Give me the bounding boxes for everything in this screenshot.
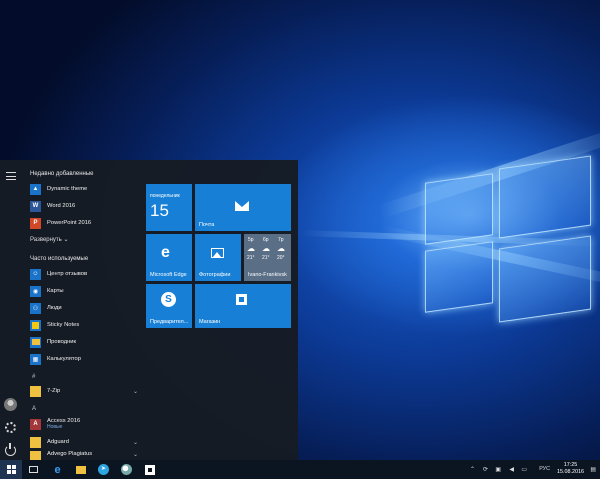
folder-icon: [30, 436, 41, 448]
word-icon: W: [30, 200, 41, 212]
logo-pane: [425, 241, 493, 313]
settings-gear-icon[interactable]: [5, 422, 16, 433]
taskbar: e ➤ ⌃ ⟳ ▣ ◀ ▭ РУС 17:25 15.08.2016 ▤: [0, 460, 600, 479]
folder-icon: [30, 451, 41, 460]
dynamic-theme-icon: ▲: [30, 183, 41, 195]
tile-mail[interactable]: Почта: [195, 184, 291, 231]
volume-icon[interactable]: ◀: [509, 466, 514, 473]
taskbar-clock[interactable]: 17:25 15.08.2016: [557, 462, 584, 476]
edge-taskbar-icon[interactable]: e: [50, 462, 65, 477]
app-powerpoint[interactable]: P PowerPoint 2016: [30, 215, 138, 231]
logo-pane: [499, 235, 591, 323]
task-view-icon: [29, 466, 38, 473]
chevron-down-icon[interactable]: ⌄: [133, 439, 138, 446]
tile-skype[interactable]: S Предварител...: [146, 284, 192, 328]
access-icon: A: [30, 418, 41, 430]
app-adguard[interactable]: Adguard ⌄: [30, 434, 138, 450]
tile-edge[interactable]: e Microsoft Edge: [146, 234, 192, 281]
group-header-hash[interactable]: #: [32, 374, 35, 380]
app-calculator[interactable]: ▦ Калькулятор: [30, 351, 138, 367]
file-explorer-icon: [30, 336, 41, 348]
app-maps[interactable]: ◉ Карты: [30, 283, 138, 299]
app-advego[interactable]: Advego Plagiatus ⌄: [30, 451, 138, 460]
file-explorer-taskbar-icon[interactable]: [73, 462, 88, 477]
action-center-icon[interactable]: ▤: [590, 466, 596, 473]
edge-icon: e: [161, 244, 170, 261]
user-avatar-icon[interactable]: [4, 398, 17, 411]
telegram-taskbar-icon[interactable]: ➤: [96, 462, 111, 477]
keyboard-icon[interactable]: ▭: [521, 466, 527, 473]
language-indicator[interactable]: РУС: [539, 466, 550, 472]
app-sticky-notes[interactable]: Sticky Notes: [30, 317, 138, 333]
tile-photos[interactable]: Фотографии: [195, 234, 241, 281]
photos-icon: [211, 248, 224, 258]
network-icon[interactable]: ▣: [495, 466, 501, 473]
tile-store[interactable]: Магазин: [195, 284, 291, 328]
store-taskbar-icon[interactable]: [142, 462, 157, 477]
windows-start-icon: [6, 465, 16, 474]
mail-icon: [235, 201, 249, 211]
calculator-icon: ▦: [30, 353, 41, 365]
tile-calendar[interactable]: понедельник 15: [146, 184, 192, 231]
chevron-down-icon[interactable]: ⌄: [133, 451, 138, 458]
app-word[interactable]: W Word 2016: [30, 198, 138, 214]
app-list: Недавно добавленные ▲ Dynamic theme W Wo…: [26, 160, 138, 460]
chevron-down-icon: ⌄: [63, 237, 69, 243]
logo-pane: [499, 155, 591, 239]
app-people[interactable]: ⚇ Люди: [30, 300, 138, 316]
partly-cloudy-icon: ☁: [247, 244, 255, 253]
frequent-heading: Часто используемые: [30, 256, 89, 262]
app-dynamic-theme[interactable]: ▲ Dynamic theme: [30, 181, 138, 197]
recent-heading: Недавно добавленные: [30, 171, 94, 177]
tile-weather[interactable]: 5p 6p 7p ☁ ☁ ☁ 21° 21° 20° Ivano-Frankiv…: [244, 234, 291, 281]
power-icon[interactable]: [5, 443, 16, 456]
hamburger-menu-icon[interactable]: [6, 172, 16, 180]
app-file-explorer[interactable]: Проводник: [30, 334, 138, 350]
partly-cloudy-icon: ☁: [262, 244, 270, 253]
sticky-notes-icon: [30, 319, 41, 331]
group-header-a[interactable]: A: [32, 406, 36, 412]
start-button[interactable]: [0, 460, 22, 479]
new-badge: Новые: [47, 424, 63, 430]
expand-button[interactable]: Развернуть ⌄: [30, 236, 69, 243]
start-menu: Недавно добавленные ▲ Dynamic theme W Wo…: [0, 160, 298, 460]
feedback-hub-icon: ☺: [30, 268, 41, 280]
partly-cloudy-icon: ☁: [277, 244, 285, 253]
browser-taskbar-icon[interactable]: [119, 462, 134, 477]
chevron-down-icon[interactable]: ⌄: [133, 388, 138, 395]
windows-logo-wallpaper: [395, 150, 600, 350]
app-7zip[interactable]: 7-Zip ⌄: [30, 383, 138, 399]
logo-pane: [425, 173, 493, 245]
people-icon: ⚇: [30, 302, 41, 314]
powerpoint-icon: P: [30, 217, 41, 229]
folder-icon: [30, 385, 41, 397]
app-feedback-hub[interactable]: ☺ Центр отзывов: [30, 266, 138, 282]
app-access[interactable]: A Access 2016 Новые: [30, 416, 138, 432]
skype-icon: S: [161, 292, 176, 307]
sync-icon[interactable]: ⟳: [483, 466, 488, 473]
start-rail: [0, 160, 22, 460]
maps-icon: ◉: [30, 285, 41, 297]
show-hidden-icons-chevron-icon[interactable]: ⌃: [470, 466, 475, 473]
store-bag-icon: [236, 294, 247, 305]
task-view-button[interactable]: [26, 462, 41, 477]
